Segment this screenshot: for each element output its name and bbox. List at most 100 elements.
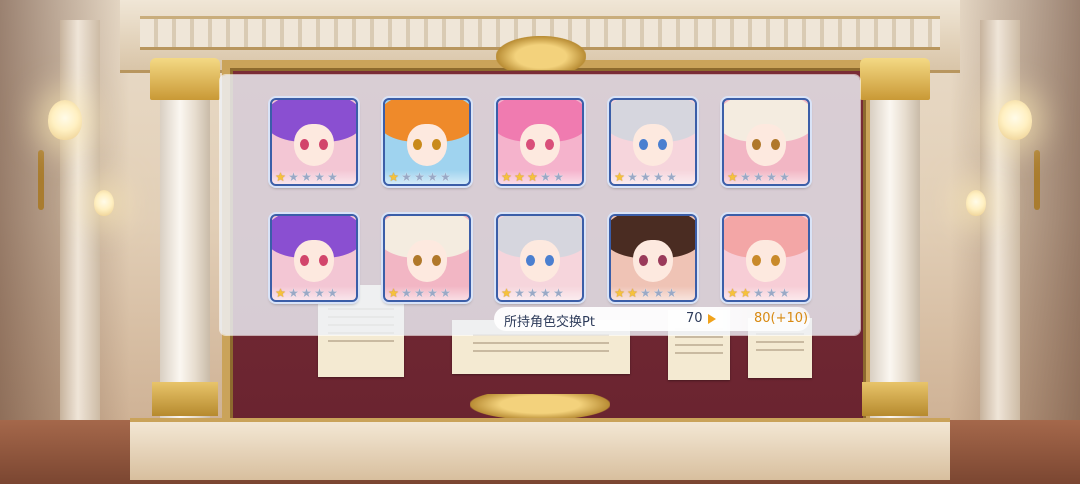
- star-empty-icon: ★: [553, 170, 564, 184]
- eye-left: [299, 138, 309, 150]
- star-empty-icon: ★: [766, 170, 777, 184]
- star-rating: ★ ★ ★ ★ ★: [385, 286, 469, 300]
- eye-left: [412, 138, 422, 150]
- star-rating: ★ ★ ★ ★ ★: [724, 286, 808, 300]
- star-filled-icon: ★: [740, 286, 751, 300]
- eye-left: [638, 138, 648, 150]
- star-filled-icon: ★: [527, 170, 538, 184]
- star-empty-icon: ★: [288, 170, 299, 184]
- eye-right: [319, 138, 329, 150]
- star-empty-icon: ★: [314, 286, 325, 300]
- star-filled-icon: ★: [727, 170, 738, 184]
- character-card[interactable]: ★ ★ ★ ★ ★: [496, 214, 584, 302]
- star-rating: ★ ★ ★ ★ ★: [385, 170, 469, 184]
- eye-left: [751, 254, 761, 266]
- wall-lamp-right-small: [966, 190, 986, 216]
- star-filled-icon: ★: [275, 170, 286, 184]
- eye-left: [525, 254, 535, 266]
- star-empty-icon: ★: [527, 286, 538, 300]
- wall-lamp-right: [998, 100, 1032, 140]
- star-filled-icon: ★: [501, 286, 512, 300]
- star-empty-icon: ★: [640, 170, 651, 184]
- star-filled-icon: ★: [501, 170, 512, 184]
- star-empty-icon: ★: [301, 286, 312, 300]
- points-after: 80(+10): [754, 311, 809, 326]
- exchange-points-bar: 所持角色交换Pt 70 80(+10): [494, 307, 810, 331]
- star-empty-icon: ★: [327, 170, 338, 184]
- star-empty-icon: ★: [401, 286, 412, 300]
- star-empty-icon: ★: [640, 286, 651, 300]
- eye-right: [432, 254, 442, 266]
- star-empty-icon: ★: [766, 286, 777, 300]
- star-empty-icon: ★: [666, 286, 677, 300]
- pillar-capital-right: [860, 58, 930, 100]
- outer-column-left: [60, 20, 100, 460]
- star-rating: ★ ★ ★ ★ ★: [272, 286, 356, 300]
- star-filled-icon: ★: [388, 286, 399, 300]
- star-empty-icon: ★: [314, 170, 325, 184]
- gold-crest-top: [496, 36, 586, 70]
- star-empty-icon: ★: [401, 170, 412, 184]
- star-empty-icon: ★: [427, 170, 438, 184]
- star-empty-icon: ★: [753, 286, 764, 300]
- wall-lamp-left-small: [94, 190, 114, 216]
- star-filled-icon: ★: [388, 170, 399, 184]
- points-label: 所持角色交换Pt: [504, 315, 595, 330]
- pillar-capital-left: [150, 58, 220, 100]
- gold-crest-bottom: [470, 394, 610, 420]
- star-empty-icon: ★: [288, 286, 299, 300]
- character-card[interactable]: ★ ★ ★ ★ ★: [609, 214, 697, 302]
- eye-right: [658, 138, 668, 150]
- pillar-left: [160, 58, 210, 428]
- star-filled-icon: ★: [727, 286, 738, 300]
- arrow-right-icon: [708, 314, 716, 324]
- character-card[interactable]: ★ ★ ★ ★ ★: [722, 98, 810, 186]
- character-card[interactable]: ★ ★ ★ ★ ★: [383, 214, 471, 302]
- star-empty-icon: ★: [627, 170, 638, 184]
- pillar-base-right: [862, 382, 928, 416]
- star-rating: ★ ★ ★ ★ ★: [498, 286, 582, 300]
- eye-right: [319, 254, 329, 266]
- pillar-right: [870, 58, 920, 428]
- star-empty-icon: ★: [514, 286, 525, 300]
- star-empty-icon: ★: [666, 170, 677, 184]
- star-empty-icon: ★: [414, 286, 425, 300]
- outer-column-right: [980, 20, 1020, 460]
- star-empty-icon: ★: [779, 170, 790, 184]
- star-filled-icon: ★: [514, 170, 525, 184]
- lamp-bracket-left: [38, 150, 44, 210]
- eye-right: [658, 254, 668, 266]
- exchange-result-panel: ★ ★ ★ ★ ★ ★ ★ ★ ★ ★ ★ ★ ★ ★ ★ ★ ★ ★ ★ ★ ★ ★ ★ ★ ★ ★ ★ ★ ★ ★ ★ ★ ★ ★ ★ ★ ★ ★ ★ ★…: [220, 75, 860, 335]
- eye-right: [545, 138, 555, 150]
- character-card[interactable]: ★ ★ ★ ★ ★: [270, 98, 358, 186]
- character-card[interactable]: ★ ★ ★ ★ ★: [383, 98, 471, 186]
- character-grid: ★ ★ ★ ★ ★ ★ ★ ★ ★ ★ ★ ★ ★ ★ ★ ★ ★ ★ ★ ★ ★ ★ ★ ★ ★ ★ ★ ★ ★ ★ ★ ★ ★ ★ ★ ★ ★ ★ ★ ★…: [270, 98, 810, 302]
- star-empty-icon: ★: [540, 170, 551, 184]
- star-empty-icon: ★: [740, 170, 751, 184]
- star-rating: ★ ★ ★ ★ ★: [498, 170, 582, 184]
- star-empty-icon: ★: [301, 170, 312, 184]
- star-rating: ★ ★ ★ ★ ★: [724, 170, 808, 184]
- character-card[interactable]: ★ ★ ★ ★ ★: [722, 214, 810, 302]
- star-empty-icon: ★: [553, 286, 564, 300]
- star-filled-icon: ★: [275, 286, 286, 300]
- star-empty-icon: ★: [440, 286, 451, 300]
- eye-right: [771, 254, 781, 266]
- character-card[interactable]: ★ ★ ★ ★ ★: [609, 98, 697, 186]
- eye-left: [638, 254, 648, 266]
- points-current: 70: [686, 311, 703, 326]
- star-empty-icon: ★: [653, 286, 664, 300]
- star-empty-icon: ★: [653, 170, 664, 184]
- star-filled-icon: ★: [614, 170, 625, 184]
- character-card[interactable]: ★ ★ ★ ★ ★: [496, 98, 584, 186]
- star-empty-icon: ★: [414, 170, 425, 184]
- star-rating: ★ ★ ★ ★ ★: [611, 286, 695, 300]
- star-empty-icon: ★: [540, 286, 551, 300]
- eye-right: [545, 254, 555, 266]
- star-rating: ★ ★ ★ ★ ★: [611, 170, 695, 184]
- eye-left: [525, 138, 535, 150]
- star-empty-icon: ★: [327, 286, 338, 300]
- star-filled-icon: ★: [614, 286, 625, 300]
- character-card[interactable]: ★ ★ ★ ★ ★: [270, 214, 358, 302]
- wall-lamp-left: [48, 100, 82, 140]
